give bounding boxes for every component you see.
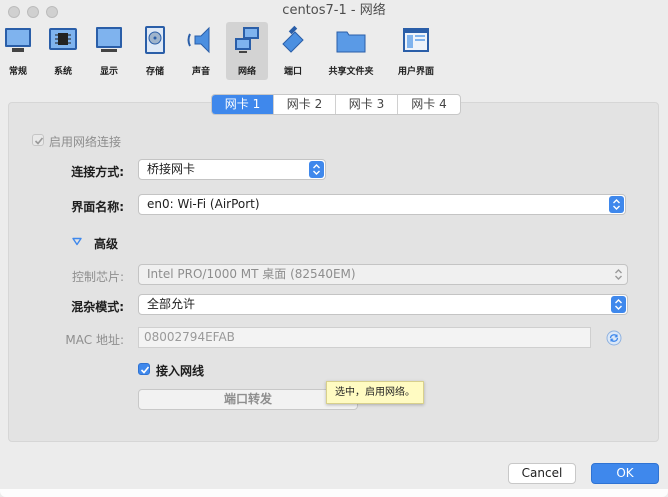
interface-name-select[interactable]: en0: Wi-Fi (AirPort) bbox=[138, 194, 626, 215]
toolbar-item-user-interface[interactable]: 用户界面 bbox=[393, 22, 439, 80]
toolbar-item-label: 用户界面 bbox=[397, 67, 434, 77]
adapter-tabs: 网卡 1 网卡 2 网卡 3 网卡 4 bbox=[211, 94, 461, 115]
network-icon bbox=[235, 27, 259, 53]
toolbar-item-label: 常规 bbox=[8, 67, 27, 77]
window-title: centos7-1 - 网络 bbox=[282, 3, 386, 18]
checkmark-icon bbox=[140, 366, 150, 374]
tab-adapter-2[interactable]: 网卡 2 bbox=[274, 95, 336, 114]
cancel-button[interactable]: Cancel bbox=[508, 463, 576, 484]
toolbar-item-ports[interactable]: 端口 bbox=[275, 22, 311, 80]
zoom-window-button[interactable] bbox=[46, 6, 58, 18]
advanced-toggle-label[interactable]: 高级 bbox=[94, 235, 118, 252]
promiscuous-mode-value: 全部允许 bbox=[147, 297, 196, 311]
audio-speaker-icon bbox=[187, 26, 210, 54]
minimize-window-button[interactable] bbox=[27, 6, 39, 18]
adapter-type-label: 控制芯片: bbox=[71, 270, 124, 284]
adapter-type-select[interactable]: Intel PRO/1000 MT 桌面 (82540EM) bbox=[138, 264, 628, 285]
toolbar-item-general[interactable]: 常规 bbox=[0, 22, 36, 80]
select-stepper-icon bbox=[609, 196, 624, 213]
cable-connected-checkbox[interactable] bbox=[138, 363, 150, 375]
display-monitor-icon bbox=[96, 27, 122, 52]
select-stepper-icon bbox=[309, 161, 324, 178]
refresh-mac-icon[interactable] bbox=[606, 330, 622, 346]
adapter-type-value: Intel PRO/1000 MT 桌面 (82540EM) bbox=[147, 267, 356, 281]
user-interface-icon bbox=[403, 28, 429, 52]
toolbar-item-label: 共享文件夹 bbox=[328, 67, 374, 77]
toolbar-item-display[interactable]: 显示 bbox=[91, 22, 127, 80]
promiscuous-mode-select[interactable]: 全部允许 bbox=[138, 294, 628, 315]
promiscuous-mode-label: 混杂模式: bbox=[71, 300, 124, 314]
mac-address-label: MAC 地址: bbox=[65, 333, 124, 347]
toolbar-item-audio[interactable]: 声音 bbox=[183, 22, 219, 80]
tab-adapter-3[interactable]: 网卡 3 bbox=[336, 95, 398, 114]
cable-connected-tooltip: 选中，启用网络。 bbox=[326, 381, 424, 404]
port-forwarding-button[interactable]: 端口转发 bbox=[138, 389, 358, 410]
checkmark-icon bbox=[34, 137, 44, 145]
tab-adapter-4[interactable]: 网卡 4 bbox=[398, 95, 460, 114]
toolbar-item-label: 显示 bbox=[99, 67, 118, 77]
enable-adapter-checkbox[interactable] bbox=[32, 134, 44, 146]
settings-window: centos7-1 - 网络 常规 系统 显示 存储 声音 网络 端口 共享文件… bbox=[0, 0, 668, 497]
toolbar-item-label: 存储 bbox=[145, 67, 164, 77]
toolbar-item-shared-folders[interactable]: 共享文件夹 bbox=[323, 22, 379, 80]
settings-toolbar: 常规 系统 显示 存储 声音 网络 端口 共享文件夹 用户界面 bbox=[0, 22, 668, 82]
general-icon bbox=[5, 28, 31, 52]
select-stepper-icon bbox=[611, 296, 626, 313]
toolbar-item-system[interactable]: 系统 bbox=[45, 22, 81, 80]
toolbar-item-label: 系统 bbox=[53, 67, 72, 77]
toolbar-item-storage[interactable]: 存储 bbox=[137, 22, 173, 80]
enable-adapter-label: 启用网络连接 bbox=[49, 135, 122, 149]
shared-folder-icon bbox=[336, 31, 366, 53]
interface-name-label: 界面名称: bbox=[71, 200, 124, 214]
interface-name-value: en0: Wi-Fi (AirPort) bbox=[147, 197, 260, 211]
attach-type-label: 连接方式: bbox=[71, 165, 124, 179]
ok-button[interactable]: OK bbox=[591, 463, 659, 484]
toolbar-item-label: 网络 bbox=[237, 67, 256, 77]
storage-disk-icon bbox=[145, 26, 165, 54]
mac-address-field[interactable]: 08002794EFAB bbox=[138, 327, 591, 348]
toolbar-item-network[interactable]: 网络 bbox=[226, 22, 268, 80]
cable-connected-label[interactable]: 接入网线 bbox=[156, 362, 204, 379]
close-window-button[interactable] bbox=[8, 6, 20, 18]
select-stepper-icon bbox=[611, 266, 626, 283]
disclosure-triangle-icon[interactable] bbox=[72, 237, 82, 246]
ports-icon bbox=[282, 25, 304, 53]
toolbar-item-label: 声音 bbox=[191, 67, 210, 77]
attach-type-value: 桥接网卡 bbox=[147, 162, 196, 176]
tab-adapter-1[interactable]: 网卡 1 bbox=[212, 95, 274, 114]
system-chip-icon bbox=[49, 28, 77, 50]
background-window-edge bbox=[0, 489, 668, 497]
attach-type-select[interactable]: 桥接网卡 bbox=[138, 159, 326, 180]
toolbar-item-label: 端口 bbox=[283, 67, 302, 77]
